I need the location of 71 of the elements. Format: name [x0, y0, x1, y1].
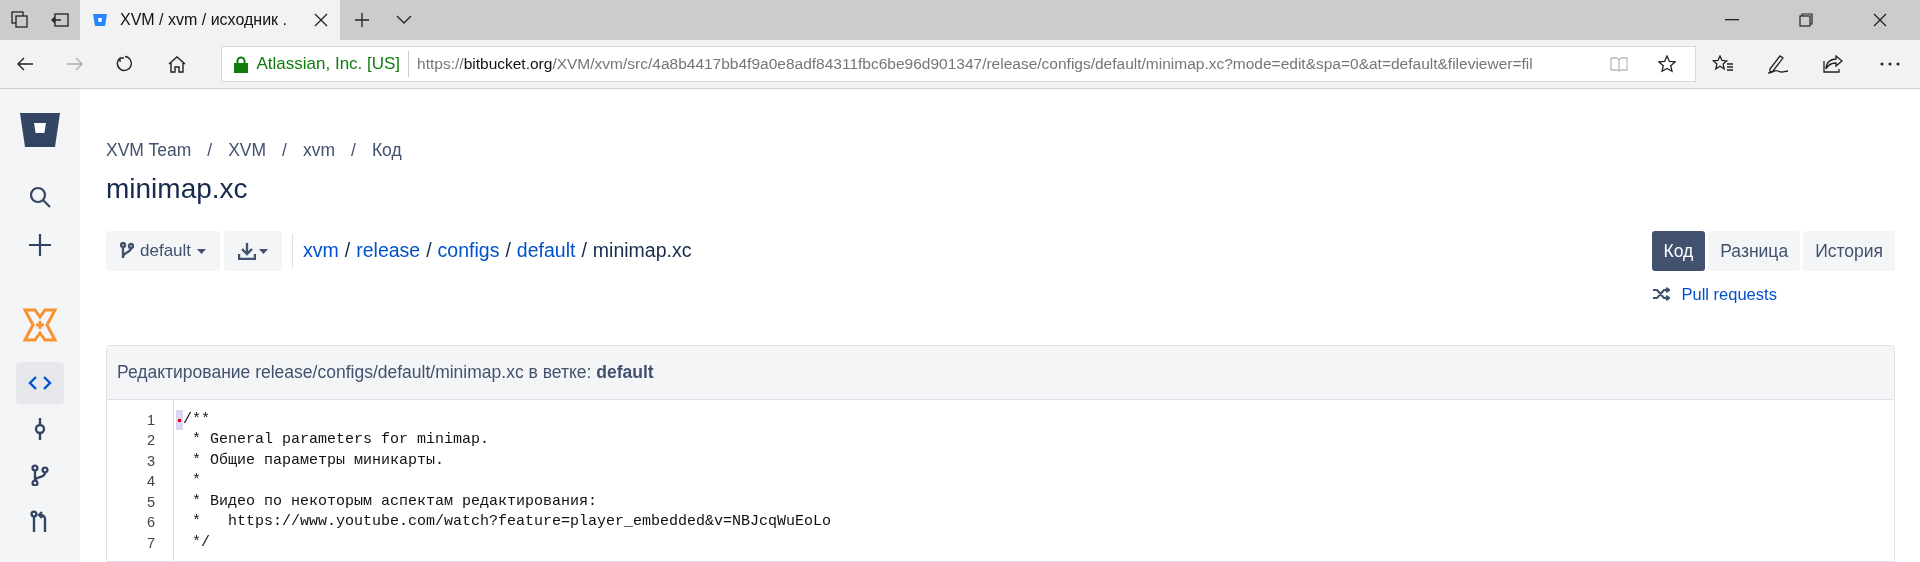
- line-number: 7: [146, 533, 155, 553]
- download-dropdown[interactable]: [224, 231, 283, 271]
- restore-icon[interactable]: [1799, 13, 1813, 27]
- page-title: minimap.xc: [106, 172, 249, 206]
- caret-icon: [197, 248, 207, 254]
- plus-icon[interactable]: [29, 234, 51, 256]
- url-text: https://bitbucket.org/XVM/xvm/src/4a8b4417bb4f9a0e8adf84311fbc6be96d901347/release/configs/default/minimap.xc?mode=edit&spa=0&at=default&fileviewer=fil: [417, 54, 1534, 75]
- close-window-icon[interactable]: [1873, 13, 1887, 27]
- code-line: */: [191, 532, 210, 553]
- home-icon[interactable]: [168, 55, 187, 73]
- breadcrumb-link[interactable]: XVM: [228, 136, 267, 164]
- view-tab[interactable]: История: [1803, 231, 1895, 271]
- shuffle-icon: [1651, 287, 1670, 302]
- chevron-down-icon[interactable]: [396, 15, 412, 25]
- branch-icon: [120, 242, 134, 260]
- back-icon[interactable]: [15, 56, 34, 72]
- code-line: * General parameters for minimap.: [191, 430, 490, 451]
- breadcrumb-separator: /: [351, 138, 356, 162]
- caret-icon: [259, 248, 269, 254]
- share-icon[interactable]: [1822, 55, 1843, 73]
- favorites-icon[interactable]: [1712, 55, 1735, 73]
- code-line: * Видео по некоторым аспектам редактирования:: [191, 491, 598, 512]
- minimize-icon[interactable]: [1725, 19, 1739, 21]
- close-icon[interactable]: [314, 13, 328, 27]
- path-link[interactable]: release: [356, 236, 421, 266]
- code-line: *: [191, 471, 201, 492]
- path-link[interactable]: xvm: [303, 236, 339, 266]
- path-link[interactable]: default: [516, 236, 576, 266]
- path-link[interactable]: configs: [437, 236, 500, 266]
- pen-icon[interactable]: [1766, 54, 1789, 74]
- set-aside-tabs-icon[interactable]: [51, 12, 69, 28]
- path-file-name: minimap.xc: [592, 238, 692, 264]
- path-separator: /: [344, 238, 351, 264]
- search-icon[interactable]: [29, 186, 51, 208]
- line-number: 4: [146, 472, 155, 492]
- branch-dropdown[interactable]: default: [106, 231, 221, 271]
- breadcrumb-separator: /: [282, 138, 287, 162]
- view-tab[interactable]: Разница: [1708, 231, 1801, 271]
- line-number: 5: [146, 492, 155, 512]
- new-tab-icon[interactable]: [354, 12, 370, 28]
- path-separator: /: [426, 238, 432, 264]
- view-tab[interactable]: Код: [1651, 231, 1706, 271]
- editor-header: Редактирование release/configs/default/minimap.xc в ветке: default: [117, 361, 654, 385]
- line-number: 6: [146, 513, 155, 533]
- download-icon: [238, 242, 257, 260]
- refresh-icon[interactable]: [115, 55, 134, 73]
- code-line: * https://www.youtube.com/watch?feature=player_embedded&v=NBJcqWuEoLo: [191, 512, 832, 533]
- tabs-icon[interactable]: [11, 11, 29, 29]
- bucket-logo-icon[interactable]: [20, 111, 60, 149]
- breadcrumb-separator: /: [207, 138, 213, 162]
- sidebar-item[interactable]: [16, 362, 64, 404]
- pull-requests-link[interactable]: Pull requests: [1651, 282, 1777, 307]
- more-icon[interactable]: [1880, 62, 1901, 66]
- code-line: * Общие параметры миникарты.: [191, 450, 445, 471]
- lock-icon: [234, 55, 249, 73]
- tab-title: XVM / xvm / исходник .: [120, 10, 288, 30]
- site-identity: Atlassian, Inc. [US]: [256, 51, 410, 77]
- path-separator: /: [581, 238, 587, 264]
- line-number: 3: [146, 451, 155, 471]
- line-number: 1: [146, 410, 155, 430]
- address-bar[interactable]: Atlassian, Inc. [US] https://bitbucket.org/XVM/xvm/src/4a8b4417bb4f9a0e8adf84311fbc6be96d901347/release/configs/default/minimap.xc?mode=edit&spa=0&at=default&fileviewer=fil: [221, 46, 1696, 82]
- breadcrumb-link[interactable]: xvm: [302, 136, 336, 164]
- breadcrumb-link[interactable]: XVM Team: [106, 136, 192, 164]
- breadcrumb-link[interactable]: Код: [371, 136, 402, 164]
- line-number: 2: [146, 431, 155, 451]
- code-line: /**: [183, 409, 210, 430]
- browser-tab[interactable]: XVM / xvm / исходник .: [80, 0, 340, 40]
- path-separator: /: [505, 238, 511, 264]
- star-icon[interactable]: [1658, 55, 1677, 73]
- branch-icon: [28, 464, 52, 486]
- bucket-icon: [92, 12, 108, 28]
